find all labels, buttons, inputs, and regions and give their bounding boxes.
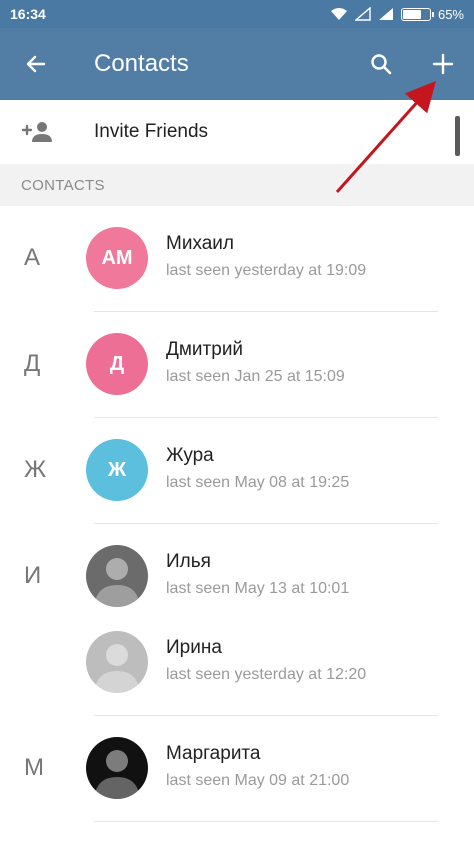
contact-row[interactable]: Д Д Дмитрий last seen Jan 25 at 15:09 (0, 312, 474, 418)
add-contact-button[interactable] (412, 28, 474, 100)
contact-row[interactable]: А AM Михаил last seen yesterday at 19:09 (0, 206, 474, 312)
avatar-photo-icon (94, 558, 140, 607)
battery-icon (400, 7, 434, 21)
section-letter: А (24, 244, 41, 271)
back-button[interactable] (0, 28, 72, 100)
avatar (86, 545, 148, 607)
section-letter: Д (24, 350, 41, 377)
arrow-left-icon (26, 55, 46, 73)
add-person-icon (0, 120, 94, 144)
contact-row[interactable]: Ж Ж Жура last seen May 08 at 19:25 (0, 418, 474, 524)
contacts-section-header: CONTACTS (0, 164, 474, 206)
invite-friends-row[interactable]: Invite Friends (0, 100, 474, 164)
battery-percent: 65% (437, 6, 464, 22)
avatar: Ж (86, 439, 148, 501)
status-time: 16:34 (10, 6, 46, 22)
section-letter: Ж (24, 456, 47, 483)
contact-name: Маргарита (166, 743, 261, 764)
search-icon (371, 54, 392, 75)
row-divider (94, 821, 438, 822)
plus-icon (432, 53, 454, 75)
invite-friends-label: Invite Friends (94, 121, 209, 142)
contact-name: Дмитрий (166, 339, 244, 360)
search-button[interactable] (350, 28, 412, 100)
contacts-screen: 16:34 65% Contacts Invite Friends CONTAC… (0, 0, 474, 842)
scrollbar[interactable] (455, 116, 460, 156)
last-seen-status: last seen May 13 at 10:01 (166, 580, 350, 597)
contact-row[interactable]: М Маргарита last seen May 09 at 21:00 (0, 716, 474, 822)
last-seen-status: last seen Jan 25 at 15:09 (166, 368, 345, 385)
last-seen-status: last seen May 08 at 19:25 (166, 474, 350, 491)
signal-icon (354, 7, 371, 21)
contact-row[interactable]: Ирина last seen yesterday at 12:20 (0, 610, 474, 716)
contact-name: Михаил (166, 233, 234, 254)
page-title: Contacts (94, 50, 189, 77)
contact-name: Жура (166, 445, 214, 466)
last-seen-status: last seen May 09 at 21:00 (166, 772, 350, 789)
signal-icon-2 (378, 8, 393, 20)
last-seen-status: last seen yesterday at 12:20 (166, 666, 367, 683)
status-icons: 65% (330, 7, 464, 22)
avatar: AM (86, 227, 148, 289)
avatar-photo-icon (94, 644, 140, 693)
app-toolbar: Contacts (0, 28, 474, 100)
avatar (86, 631, 148, 693)
section-letter: М (24, 754, 44, 781)
contact-name: Ирина (166, 637, 222, 658)
avatar: Д (86, 333, 148, 395)
avatar (86, 737, 148, 799)
section-letter: И (24, 562, 42, 589)
battery-fill (402, 9, 422, 19)
avatar-photo-icon (94, 750, 140, 799)
status-bar: 16:34 65% (0, 0, 474, 28)
last-seen-status: last seen yesterday at 19:09 (166, 262, 367, 279)
contact-name: Илья (166, 551, 211, 572)
wifi-icon (330, 8, 347, 20)
